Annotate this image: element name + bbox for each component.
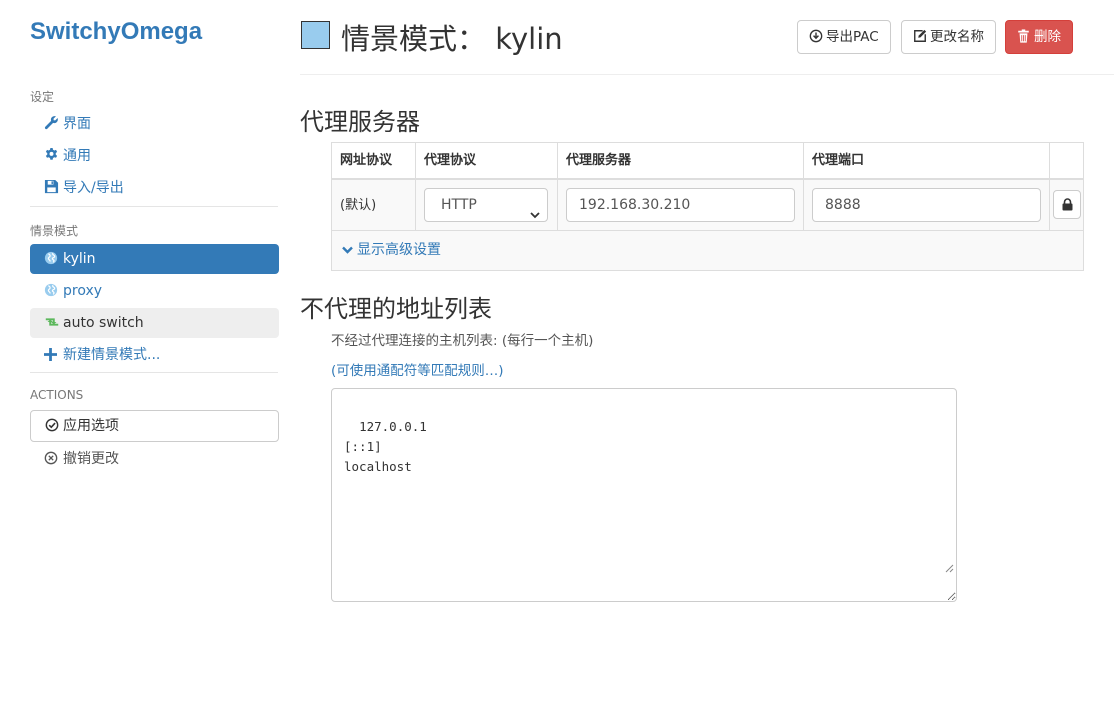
sidebar-item-label: kylin: [63, 251, 96, 267]
wrench-icon: [44, 111, 60, 130]
proxy-protocol-select[interactable]: HTTP: [424, 188, 548, 222]
scheme-default-label: (默认): [340, 198, 377, 213]
trash-icon: [1017, 23, 1031, 43]
new-profile-link[interactable]: 新建情景模式...: [30, 340, 279, 370]
proxy-servers-heading: 代理服务器: [300, 108, 420, 136]
rename-label: 更改名称: [930, 29, 984, 45]
chevron-down-icon: [530, 200, 540, 219]
sidebar-item-general[interactable]: 通用: [30, 141, 279, 171]
bypass-help-text: 不经过代理连接的主机列表: (每行一个主机): [331, 333, 594, 349]
discard-changes-link[interactable]: 撤销更改: [30, 444, 279, 474]
wildcard-rules-link[interactable]: (可使用通配符等匹配规则…): [331, 359, 504, 379]
profile-color-swatch[interactable]: [301, 21, 330, 49]
sidebar-item-import-export[interactable]: 导入/导出: [30, 173, 279, 203]
resize-grip-icon[interactable]: [915, 539, 954, 599]
lock-icon: [1062, 198, 1073, 211]
column-header-scheme: 网址协议: [332, 143, 416, 178]
sidebar-item-label: proxy: [63, 283, 103, 299]
actions-section-header: ACTIONS: [30, 388, 84, 402]
show-advanced-settings-link[interactable]: 显示高级设置: [332, 231, 1083, 270]
globe-icon: [44, 278, 60, 297]
delete-button[interactable]: 删除: [1005, 20, 1073, 54]
proxy-server-input[interactable]: 192.168.30.210: [566, 188, 795, 222]
delete-label: 删除: [1034, 29, 1061, 45]
bypass-list-textarea[interactable]: 127.0.0.1 [::1] localhost: [331, 388, 957, 602]
apply-options-label: 应用选项: [63, 418, 119, 434]
settings-section-header: 设定: [30, 90, 55, 104]
new-profile-label: 新建情景模式...: [63, 347, 161, 363]
profiles-section-header: 情景模式: [30, 224, 79, 238]
app-brand: SwitchyOmega: [30, 18, 203, 45]
bypass-list-heading: 不代理的地址列表: [300, 295, 492, 323]
proxy-protocol-value: HTTP: [441, 197, 477, 213]
export-pac-button[interactable]: 导出PAC: [797, 20, 891, 54]
download-icon: [809, 23, 823, 43]
floppy-icon: [44, 175, 60, 194]
edit-icon: [913, 23, 927, 42]
proxy-port-input[interactable]: 8888: [812, 188, 1041, 222]
sidebar-item-label: auto switch: [63, 315, 144, 331]
sidebar-divider: [30, 206, 278, 207]
auth-lock-button[interactable]: [1053, 190, 1081, 219]
sidebar-divider: [30, 372, 278, 373]
proxy-servers-table: 网址协议 代理协议 代理服务器 代理端口 (默认) HTTP 192.168.3…: [331, 142, 1084, 271]
apply-options-button[interactable]: 应用选项: [30, 410, 279, 442]
sidebar-item-label: 通用: [63, 148, 91, 164]
table-row: (默认) HTTP 192.168.30.210 8888: [332, 180, 1083, 231]
x-circle-icon: [44, 446, 60, 465]
column-header-server: 代理服务器: [558, 143, 804, 178]
gear-icon: [44, 143, 60, 160]
sidebar-item-interface[interactable]: 界面: [30, 109, 279, 139]
table-header-row: 网址协议 代理协议 代理服务器 代理端口: [332, 143, 1083, 180]
page-title: 情景模式： kylin: [341, 22, 563, 56]
chevron-down-icon: [342, 246, 353, 254]
rename-button[interactable]: 更改名称: [901, 20, 996, 54]
globe-icon: [44, 246, 60, 265]
sidebar: SwitchyOmega 设定 界面 通用 导入/导出 情景模式 kylin p…: [0, 0, 290, 701]
column-header-lock: [1050, 143, 1083, 178]
sidebar-item-kylin[interactable]: kylin: [30, 244, 279, 274]
retweet-icon: [44, 310, 60, 326]
column-header-port: 代理端口: [804, 143, 1050, 178]
bypass-list-content: 127.0.0.1 [::1] localhost: [344, 419, 427, 474]
page-header: 情景模式： kylin 导出PAC 更改名称 删除: [300, 0, 1114, 75]
sidebar-item-auto-switch[interactable]: auto switch: [30, 308, 279, 338]
show-advanced-label: 显示高级设置: [357, 242, 441, 258]
check-circle-icon: [45, 413, 61, 432]
sidebar-item-label: 界面: [63, 116, 91, 132]
column-header-protocol: 代理协议: [416, 143, 558, 178]
export-pac-label: 导出PAC: [826, 29, 879, 45]
sidebar-item-label: 导入/导出: [63, 180, 124, 196]
sidebar-item-proxy[interactable]: proxy: [30, 276, 279, 306]
discard-changes-label: 撤销更改: [63, 451, 119, 467]
plus-icon: [44, 342, 60, 361]
